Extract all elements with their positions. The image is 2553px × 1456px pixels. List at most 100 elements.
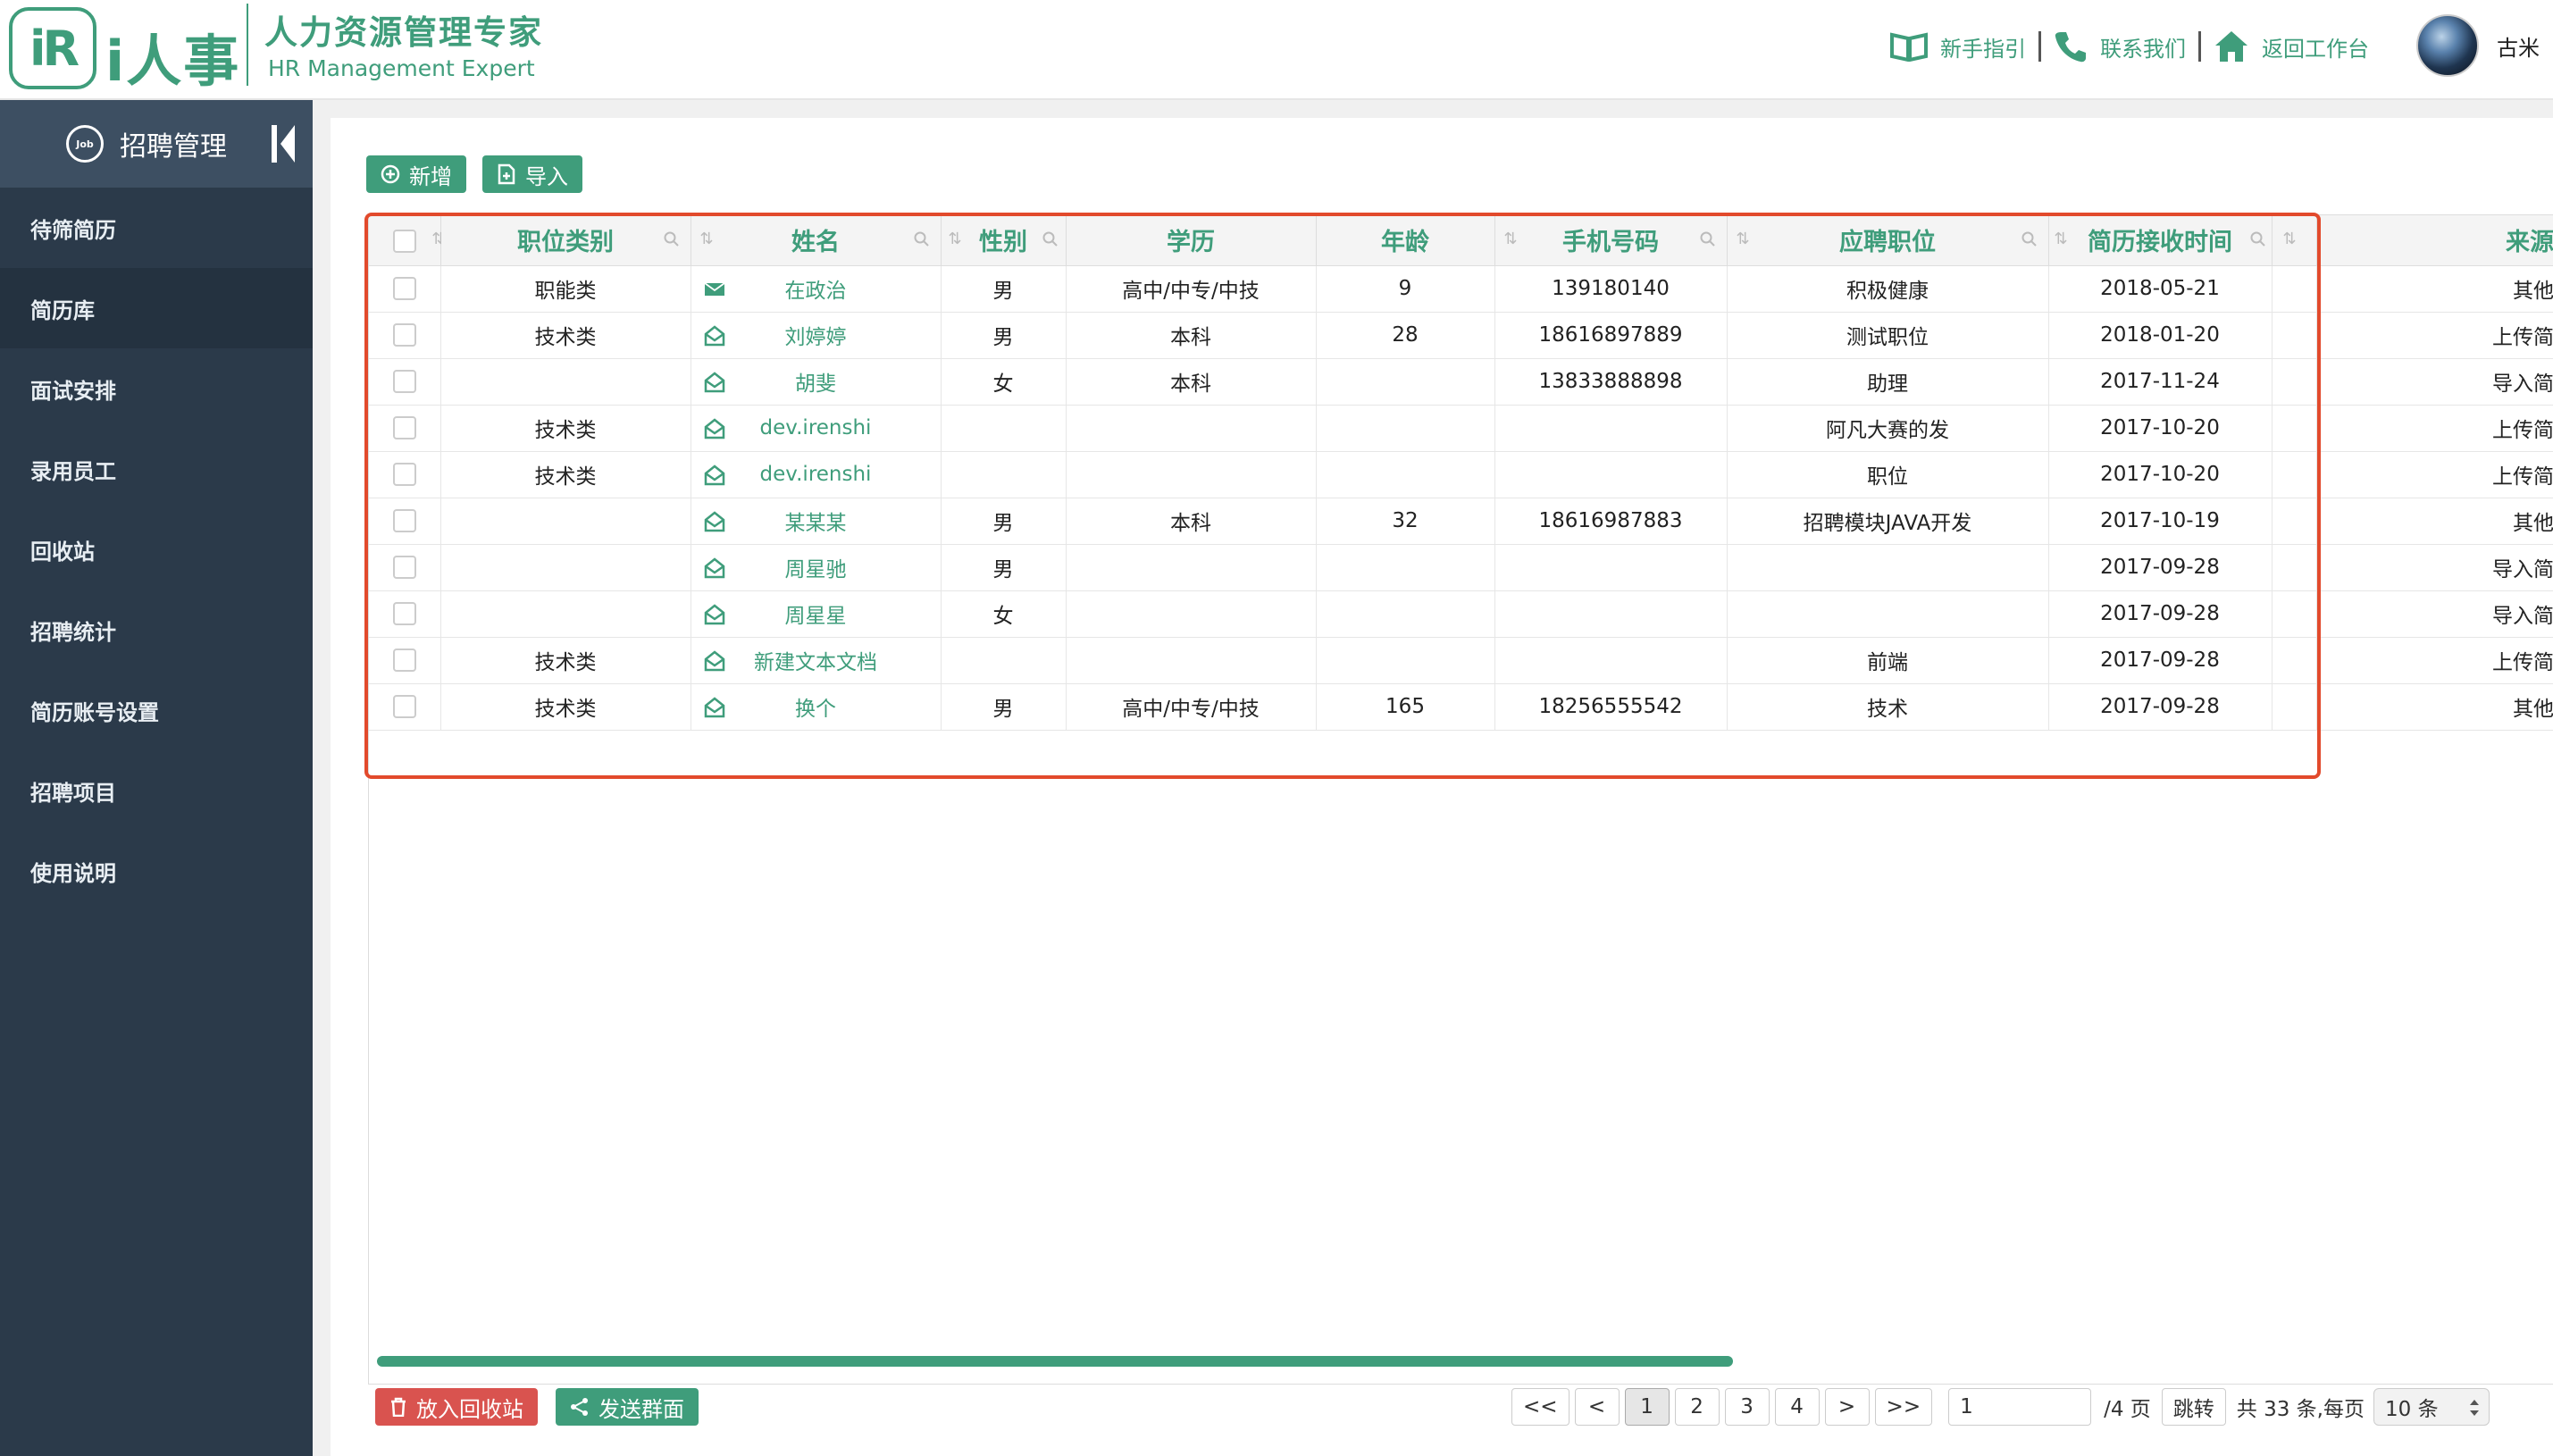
sort-icon[interactable]: ⇅ [2055, 230, 2068, 248]
cell-name[interactable]: 周星驰 [691, 544, 942, 591]
sidebar-item[interactable]: 使用说明 [0, 831, 313, 911]
sidebar-item[interactable]: 回收站 [0, 509, 313, 590]
page-button[interactable]: 4 [1774, 1388, 1820, 1426]
column-header[interactable]: ⇅ 应聘职位 [1727, 215, 2049, 266]
column-header[interactable]: 年龄 [1316, 215, 1495, 266]
table-row[interactable]: 某某某 男本科 32 18616987883 招聘模块JAVA开发 2017-10-19 其… [369, 498, 2553, 545]
cell-name[interactable]: 刘婷婷 [691, 312, 942, 359]
table-row[interactable]: 技术类 dev.irenshi 职位 2017-10-20 上传简 [369, 451, 2553, 498]
sidebar-item[interactable]: 招聘项目 [0, 750, 313, 831]
search-icon[interactable] [2250, 231, 2266, 247]
jump-page-input[interactable]: 1 [1948, 1388, 2092, 1426]
recycle-button[interactable]: 放入回收站 [375, 1388, 538, 1426]
row-checkbox[interactable] [392, 695, 416, 719]
cell-category [440, 498, 691, 545]
candidate-name-link[interactable]: 新建文本文档 [754, 651, 877, 674]
next-page-button[interactable]: > [1824, 1388, 1870, 1426]
sort-icon[interactable]: ⇅ [1737, 230, 1750, 248]
add-button[interactable]: 新增 [366, 155, 466, 193]
search-icon[interactable] [664, 231, 680, 247]
candidate-name-link[interactable]: 刘婷婷 [785, 326, 847, 349]
column-header[interactable]: 职位类别 [440, 215, 691, 266]
search-icon[interactable] [1042, 231, 1059, 247]
cell-name[interactable]: dev.irenshi [691, 405, 942, 452]
candidate-name-link[interactable]: 在政治 [785, 280, 847, 303]
sort-cell[interactable]: ⇅ [2272, 215, 2317, 266]
horizontal-scrollbar[interactable] [377, 1356, 1733, 1367]
column-header[interactable]: 学历 [1066, 215, 1317, 266]
column-header[interactable]: ⇅ 简历接收时间 [2048, 215, 2273, 266]
sort-icon[interactable]: ⇅ [700, 230, 714, 248]
avatar[interactable] [2416, 14, 2479, 77]
row-checkbox[interactable] [392, 370, 416, 394]
cell-phone: 18256555542 [1494, 683, 1728, 731]
column-header[interactable]: ⇅ 姓名 [691, 215, 942, 266]
page-size-select[interactable]: 10 条 [2373, 1388, 2490, 1426]
group-send-button[interactable]: 发送群面 [556, 1388, 699, 1426]
workbench-link[interactable]: 返回工作台 [2201, 29, 2381, 63]
table-row[interactable]: 周星驰 男 2017-09-28 导入简 [369, 544, 2553, 591]
search-icon[interactable] [1700, 231, 1716, 247]
sidebar-item[interactable]: 招聘统计 [0, 590, 313, 670]
select-all-checkbox[interactable] [392, 229, 416, 253]
candidate-name-link[interactable]: 周星星 [785, 605, 847, 628]
sort-icon[interactable]: ⇅ [1504, 230, 1518, 248]
last-page-button[interactable]: >> [1874, 1388, 1933, 1426]
jump-button[interactable]: 跳转 [2161, 1388, 2226, 1426]
row-checkbox[interactable] [392, 602, 416, 626]
column-header[interactable]: 来源 [2316, 215, 2553, 266]
candidate-name-link[interactable]: 换个 [795, 698, 836, 721]
cell-name[interactable]: 新建文本文档 [691, 637, 942, 684]
search-icon[interactable] [2021, 231, 2038, 247]
sidebar-item[interactable]: 录用员工 [0, 429, 313, 509]
column-header-label: 性别 [979, 229, 1027, 257]
job-icon-text: Job [76, 138, 94, 150]
cell-name[interactable]: 周星星 [691, 590, 942, 638]
cell-age [1316, 451, 1495, 498]
column-header[interactable]: ⇅ 手机号码 [1494, 215, 1728, 266]
search-icon[interactable] [914, 231, 930, 247]
prev-page-button[interactable]: < [1574, 1388, 1620, 1426]
cell-name[interactable]: 换个 [691, 683, 942, 731]
sidebar-item[interactable]: 简历账号设置 [0, 670, 313, 750]
guide-link[interactable]: 新手指引 [1878, 31, 2038, 63]
table-row[interactable]: 技术类 dev.irenshi 阿凡大赛的发 2017-10-20 上传简 [369, 405, 2553, 452]
candidate-name-link[interactable]: 周星驰 [785, 558, 847, 582]
row-checkbox[interactable] [392, 277, 416, 301]
column-header[interactable]: ⇅ 性别 [941, 215, 1067, 266]
row-checkbox[interactable] [392, 323, 416, 347]
candidate-name-link[interactable]: dev.irenshi [760, 416, 872, 439]
table-row[interactable]: 技术类 换个 男高中/中专/中技 165 18256555542 技术 2017-09-28… [369, 683, 2553, 731]
page-button[interactable]: 2 [1674, 1388, 1720, 1426]
username[interactable]: 古米 [2497, 30, 2540, 62]
page-button[interactable]: 3 [1724, 1388, 1770, 1426]
cell-name[interactable]: 胡斐 [691, 358, 942, 406]
sidebar-item[interactable]: 面试安排 [0, 348, 313, 429]
sort-icon[interactable]: ⇅ [949, 230, 962, 248]
sort-icon[interactable]: ⇅ [2283, 230, 2297, 248]
cell-name[interactable]: 在政治 [691, 265, 942, 313]
row-checkbox[interactable] [392, 556, 416, 580]
contact-link[interactable]: 联系我们 [2041, 29, 2198, 63]
row-checkbox[interactable] [392, 416, 416, 440]
table-row[interactable]: 胡斐 女本科 13833888898 助理 2017-11-24 导入简 [369, 358, 2553, 406]
sidebar-item[interactable]: 简历库 [0, 268, 313, 348]
row-checkbox[interactable] [392, 463, 416, 487]
import-button[interactable]: 导入 [482, 155, 582, 193]
row-checkbox[interactable] [392, 509, 416, 533]
cell-name[interactable]: 某某某 [691, 498, 942, 545]
sidebar-item[interactable]: 待筛简历 [0, 188, 313, 268]
table-row[interactable]: 职能类 在政治 男高中/中专/中技 9 139180140 积极健康 2018-05-21 其… [369, 265, 2553, 313]
table-row[interactable]: 技术类 新建文本文档 前端 2017-09-28 上传简 [369, 637, 2553, 684]
collapse-sidebar-icon[interactable] [270, 123, 297, 164]
first-page-button[interactable]: << [1511, 1388, 1569, 1426]
candidate-name-link[interactable]: 某某某 [785, 512, 847, 535]
candidate-name-link[interactable]: 胡斐 [795, 372, 836, 396]
table-row[interactable]: 周星星 女 2017-09-28 导入简 [369, 590, 2553, 638]
candidate-name-link[interactable]: dev.irenshi [760, 463, 872, 486]
table-row[interactable]: 技术类 刘婷婷 男本科 28 18616897889 测试职位 2018-01-20 上传简 [369, 312, 2553, 359]
page-button[interactable]: 1 [1624, 1388, 1670, 1426]
row-checkbox[interactable] [392, 649, 416, 673]
row-select-cell [369, 451, 441, 498]
cell-name[interactable]: dev.irenshi [691, 451, 942, 498]
